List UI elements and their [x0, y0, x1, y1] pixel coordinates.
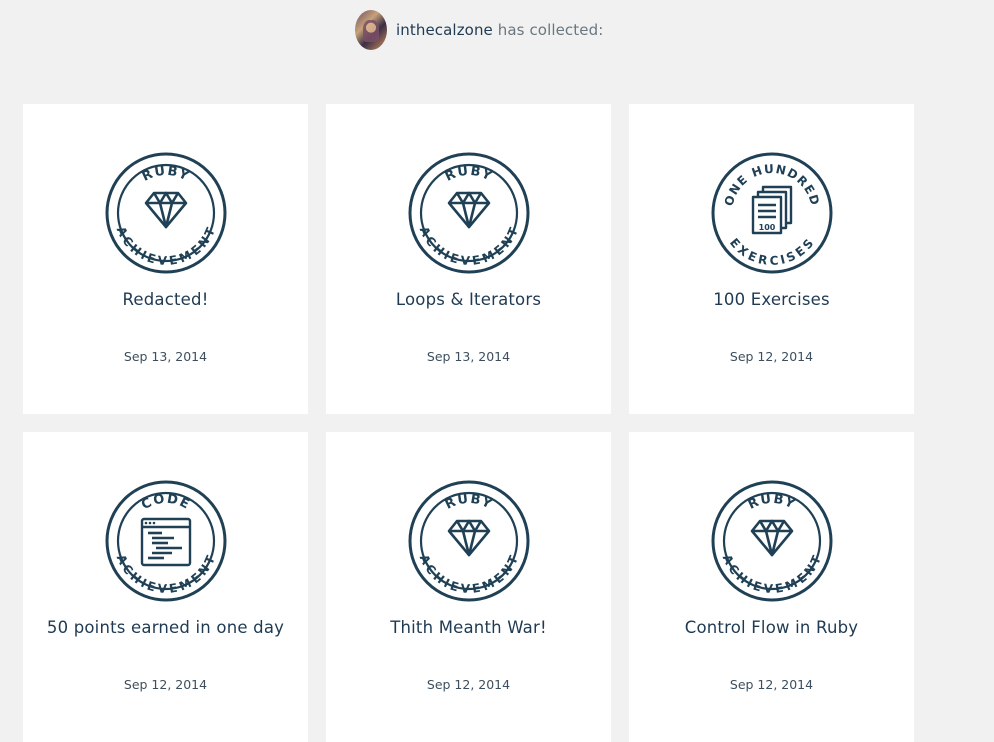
- badge-top-text: RUBY: [746, 492, 797, 513]
- badge-bottom-text: ACHIEVEMENT: [114, 553, 217, 596]
- diamond-icon: [447, 519, 491, 557]
- achievement-card[interactable]: RUBY ACHIEVEMENT Redacted! Sep 13, 2014: [23, 104, 308, 414]
- badge-bottom-text: ACHIEVEMENT: [720, 553, 823, 596]
- achievement-title: 100 Exercises: [713, 290, 830, 309]
- code-window-icon: [140, 517, 192, 567]
- svg-text:ACHIEVEMENT: ACHIEVEMENT: [417, 553, 522, 596]
- achievement-date: Sep 12, 2014: [729, 677, 814, 692]
- ruby-achievement-badge: RUBY ACHIEVEMENT: [105, 152, 227, 274]
- svg-text:CODE: CODE: [139, 492, 193, 513]
- achievement-date: Sep 13, 2014: [123, 349, 208, 364]
- badge-top-text: RUBY: [140, 164, 191, 185]
- svg-text:ACHIEVEMENT: ACHIEVEMENT: [417, 225, 522, 268]
- achievement-title: Thith Meanth War!: [390, 618, 547, 637]
- diamond-icon: [447, 191, 491, 229]
- badge-top-text: RUBY: [443, 492, 494, 513]
- badge-bottom-text: ACHIEVEMENT: [417, 553, 520, 596]
- achievement-date: Sep 12, 2014: [729, 349, 814, 364]
- achievement-card[interactable]: RUBY ACHIEVEMENT Loops & Iterators Sep 1…: [326, 104, 611, 414]
- exercises-badge: ONE HUNDRED EXERCISES 100: [711, 152, 833, 274]
- achievement-date: Sep 12, 2014: [123, 677, 208, 692]
- code-achievement-badge: CODE ACHIEVEMENT: [105, 480, 227, 602]
- achievement-card[interactable]: RUBY ACHIEVEMENT Thith Meanth War! Sep 1…: [326, 432, 611, 742]
- diamond-icon: [750, 519, 794, 557]
- svg-text:RUBY: RUBY: [443, 164, 495, 185]
- diamond-icon: [144, 191, 188, 229]
- badge-top-text: RUBY: [443, 164, 494, 185]
- ruby-achievement-badge: RUBY ACHIEVEMENT: [408, 152, 530, 274]
- svg-text:ACHIEVEMENT: ACHIEVEMENT: [114, 225, 219, 268]
- ruby-achievement-badge: RUBY ACHIEVEMENT: [408, 480, 530, 602]
- svg-text:RUBY: RUBY: [443, 492, 495, 513]
- achievement-title: Loops & Iterators: [395, 290, 542, 309]
- achievement-card[interactable]: CODE ACHIEVEMENT 50 points earned in one…: [23, 432, 308, 742]
- achievement-date: Sep 13, 2014: [426, 349, 511, 364]
- achievement-date: Sep 12, 2014: [426, 677, 511, 692]
- achievement-title: Control Flow in Ruby: [684, 618, 859, 637]
- svg-text:RUBY: RUBY: [746, 492, 798, 513]
- ruby-achievement-badge: RUBY ACHIEVEMENT: [711, 480, 833, 602]
- achievement-title: 50 points earned in one day: [46, 618, 285, 637]
- svg-text:RUBY: RUBY: [140, 164, 192, 185]
- icon-label: 100: [759, 223, 776, 232]
- achievement-grid: RUBY ACHIEVEMENT Redacted! Sep 13, 2014: [0, 0, 994, 742]
- badge-bottom-text: ACHIEVEMENT: [114, 225, 217, 268]
- badge-bottom-text: ACHIEVEMENT: [417, 225, 520, 268]
- achievement-title: Redacted!: [122, 290, 209, 309]
- badge-top-text: CODE: [139, 492, 191, 513]
- achievement-card[interactable]: RUBY ACHIEVEMENT Control Flow in Ruby Se…: [629, 432, 914, 742]
- window-dots-icon: [144, 521, 156, 525]
- svg-text:ACHIEVEMENT: ACHIEVEMENT: [720, 553, 825, 596]
- svg-text:ACHIEVEMENT: ACHIEVEMENT: [114, 553, 219, 596]
- achievement-card[interactable]: ONE HUNDRED EXERCISES 100 100 Exercises …: [629, 104, 914, 414]
